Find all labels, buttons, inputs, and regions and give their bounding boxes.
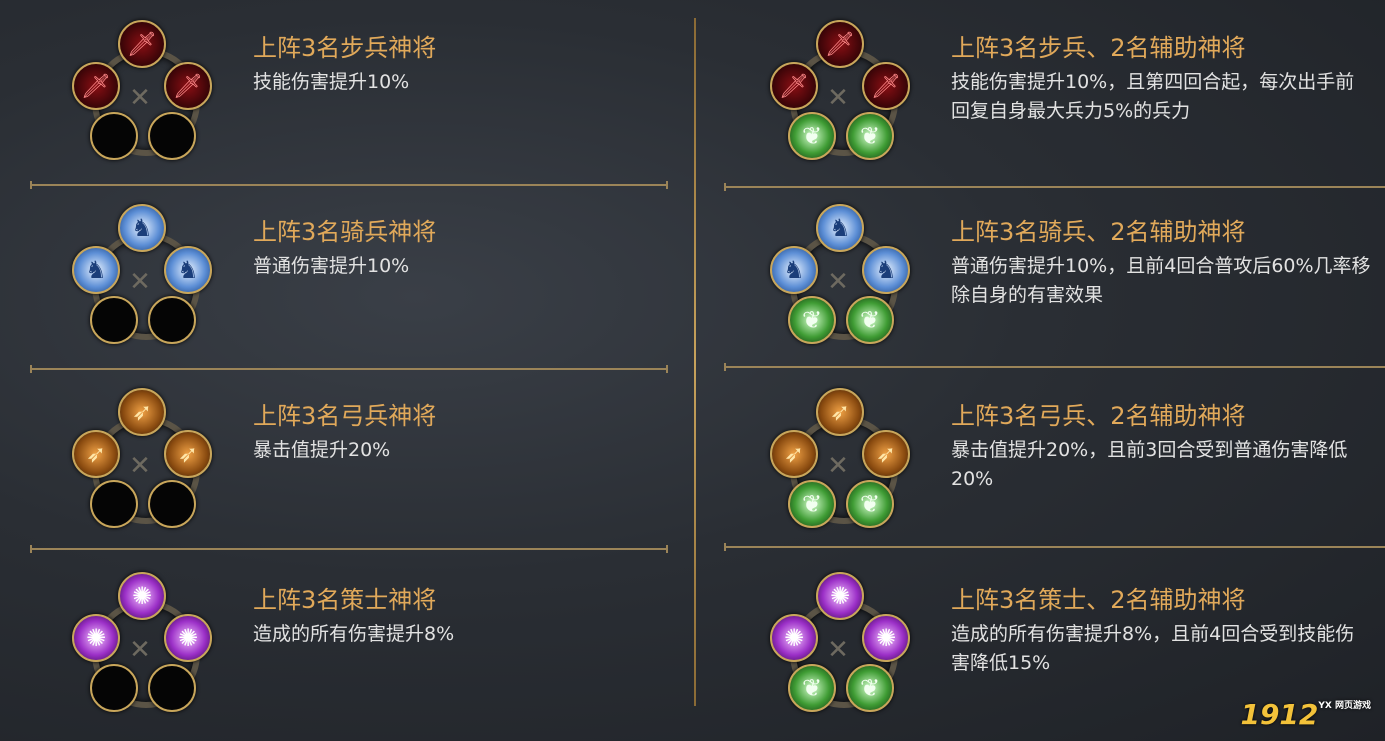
bow-icon: ➶: [862, 430, 910, 478]
bonus-title: 上阵3名骑兵神将: [253, 218, 437, 246]
crossed-swords-icon: ✕: [827, 267, 849, 297]
bonus-row-infantry: ✕ 🗡 🗡 🗡 上阵3名步兵神将 技能伤害提升10%: [0, 0, 690, 182]
horse-icon: ♞: [770, 246, 818, 294]
empty-slot: [148, 112, 196, 160]
bonus-description: 普通伤害提升10%，且前4回合普攻后60%几率移除自身的有害效果: [951, 255, 1371, 306]
bonus-row-archer: ✕ ➶ ➶ ➶ 上阵3名弓兵神将 暴击值提升20%: [0, 368, 690, 550]
crossed-swords-icon: ✕: [129, 451, 151, 481]
crossed-swords-icon: ✕: [827, 635, 849, 665]
bonus-title: 上阵3名步兵、2名辅助神将: [951, 34, 1246, 62]
crossed-swords-icon: ✕: [129, 635, 151, 665]
formation-emblem: ✕ 🗡 🗡 🗡: [70, 20, 212, 170]
gourd-icon: ❦: [846, 480, 894, 528]
horse-icon: ♞: [862, 246, 910, 294]
sword-icon: 🗡: [862, 62, 910, 110]
crossed-swords-icon: ✕: [129, 83, 151, 113]
watermark-logo: 1912YX 网页游戏: [1240, 698, 1371, 731]
horse-icon: ♞: [118, 204, 166, 252]
horse-icon: ♞: [164, 246, 212, 294]
bonus-row-infantry-support: ✕ 🗡 🗡 🗡 ❦ ❦ 上阵3名步兵、2名辅助神将 技能伤害提升10%，且第四回…: [698, 0, 1385, 182]
bow-icon: ➶: [770, 430, 818, 478]
formation-emblem: ✕ ✺ ✺ ✺: [70, 572, 212, 722]
formation-emblem: ✕ ♞ ♞ ♞: [70, 204, 212, 354]
empty-slot: [90, 112, 138, 160]
gourd-icon: ❦: [788, 296, 836, 344]
watermark-sub: YX 网页游戏: [1318, 701, 1371, 711]
gourd-icon: ❦: [846, 112, 894, 160]
formation-emblem: ✕ ✺ ✺ ✺ ❦ ❦: [768, 572, 910, 722]
spell-icon: ✺: [164, 614, 212, 662]
bonus-row-strategist: ✕ ✺ ✺ ✺ 上阵3名策士神将 造成的所有伤害提升8%: [0, 552, 690, 734]
empty-slot: [90, 480, 138, 528]
right-column: ✕ 🗡 🗡 🗡 ❦ ❦ 上阵3名步兵、2名辅助神将 技能伤害提升10%，且第四回…: [698, 0, 1385, 741]
left-column: ✕ 🗡 🗡 🗡 上阵3名步兵神将 技能伤害提升10% ✕ ♞ ♞ ♞ 上阵3名骑…: [0, 0, 690, 741]
sword-icon: 🗡: [118, 20, 166, 68]
gourd-icon: ❦: [788, 664, 836, 712]
formation-emblem: ✕ ➶ ➶ ➶ ❦ ❦: [768, 388, 910, 538]
bow-icon: ➶: [164, 430, 212, 478]
empty-slot: [90, 296, 138, 344]
spell-icon: ✺: [118, 572, 166, 620]
spell-icon: ✺: [862, 614, 910, 662]
sword-icon: 🗡: [770, 62, 818, 110]
bonus-description: 技能伤害提升10%，且第四回合起，每次出手前回复自身最大兵力5%的兵力: [951, 71, 1355, 122]
column-divider: [694, 18, 696, 706]
crossed-swords-icon: ✕: [129, 267, 151, 297]
empty-slot: [148, 480, 196, 528]
spell-icon: ✺: [72, 614, 120, 662]
horse-icon: ♞: [72, 246, 120, 294]
bow-icon: ➶: [816, 388, 864, 436]
empty-slot: [148, 296, 196, 344]
bonus-title: 上阵3名骑兵、2名辅助神将: [951, 218, 1246, 246]
bonus-title: 上阵3名策士神将: [253, 586, 437, 614]
formation-emblem: ✕ ♞ ♞ ♞ ❦ ❦: [768, 204, 910, 354]
row-divider: [30, 545, 668, 553]
formation-emblem: ✕ ➶ ➶ ➶: [70, 388, 212, 538]
row-divider: [724, 543, 1385, 551]
bonus-description: 暴击值提升20%，且前3回合受到普通伤害降低20%: [951, 439, 1348, 490]
gourd-icon: ❦: [846, 296, 894, 344]
bonus-title: 上阵3名步兵神将: [253, 34, 437, 62]
empty-slot: [90, 664, 138, 712]
bonus-title: 上阵3名弓兵神将: [253, 402, 437, 430]
bonus-description: 造成的所有伤害提升8%，且前4回合受到技能伤害降低15%: [951, 623, 1355, 674]
bonus-row-cavalry-support: ✕ ♞ ♞ ♞ ❦ ❦ 上阵3名骑兵、2名辅助神将 普通伤害提升10%，且前4回…: [698, 184, 1385, 366]
gourd-icon: ❦: [788, 112, 836, 160]
gourd-icon: ❦: [846, 664, 894, 712]
bonus-description: 暴击值提升20%: [253, 439, 391, 461]
bonus-title: 上阵3名策士、2名辅助神将: [951, 586, 1246, 614]
bonus-row-cavalry: ✕ ♞ ♞ ♞ 上阵3名骑兵神将 普通伤害提升10%: [0, 184, 690, 366]
bonus-row-archer-support: ✕ ➶ ➶ ➶ ❦ ❦ 上阵3名弓兵、2名辅助神将 暴击值提升20%，且前3回合…: [698, 368, 1385, 550]
bow-icon: ➶: [118, 388, 166, 436]
bonus-description: 技能伤害提升10%: [253, 71, 410, 93]
gourd-icon: ❦: [788, 480, 836, 528]
bow-icon: ➶: [72, 430, 120, 478]
crossed-swords-icon: ✕: [827, 83, 849, 113]
bonus-description: 造成的所有伤害提升8%: [253, 623, 455, 645]
horse-icon: ♞: [816, 204, 864, 252]
empty-slot: [148, 664, 196, 712]
watermark-main: 1912: [1240, 698, 1319, 731]
spell-icon: ✺: [816, 572, 864, 620]
formation-emblem: ✕ 🗡 🗡 🗡 ❦ ❦: [768, 20, 910, 170]
bonus-description: 普通伤害提升10%: [253, 255, 410, 277]
crossed-swords-icon: ✕: [827, 451, 849, 481]
sword-icon: 🗡: [72, 62, 120, 110]
spell-icon: ✺: [770, 614, 818, 662]
sword-icon: 🗡: [816, 20, 864, 68]
sword-icon: 🗡: [164, 62, 212, 110]
bonus-title: 上阵3名弓兵、2名辅助神将: [951, 402, 1246, 430]
